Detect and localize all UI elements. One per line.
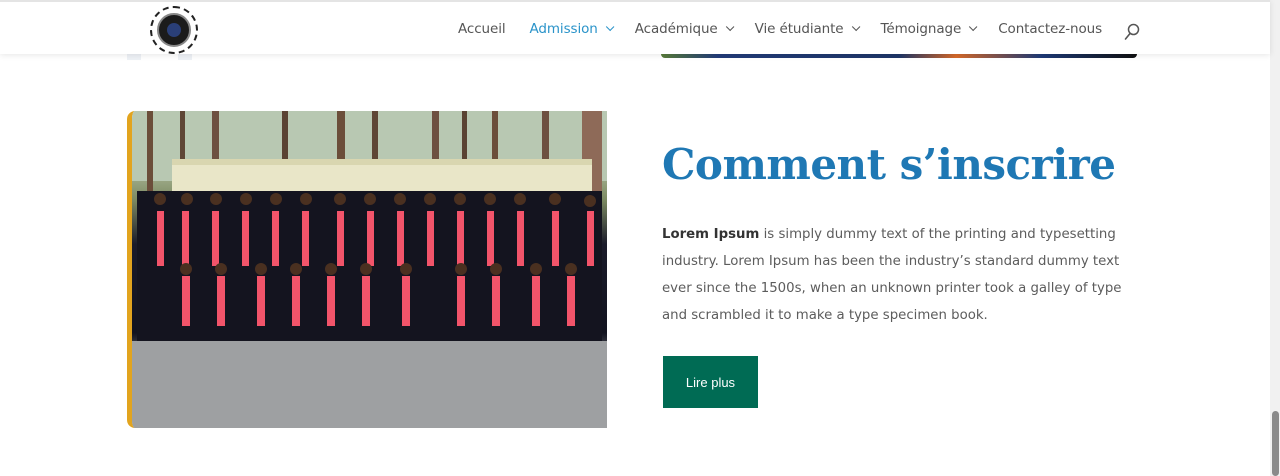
nav-item-vie-etudiante[interactable]: Vie étudiante bbox=[754, 21, 860, 37]
school-logo[interactable] bbox=[150, 6, 198, 54]
photo-background bbox=[132, 111, 607, 428]
read-more-button[interactable]: Lire plus bbox=[663, 356, 758, 408]
previous-section-fragment bbox=[178, 54, 192, 60]
nav-label: Vie étudiante bbox=[754, 21, 844, 37]
nav-item-academique[interactable]: Académique bbox=[634, 21, 734, 37]
nav-item-accueil[interactable]: Accueil bbox=[458, 21, 506, 37]
main-nav: Accueil Admission Académique Vie étudian… bbox=[458, 21, 1126, 37]
scrollbar-thumb[interactable] bbox=[1272, 411, 1279, 476]
nav-item-contact[interactable]: Contactez-nous bbox=[998, 21, 1102, 37]
search-icon[interactable] bbox=[1124, 23, 1140, 41]
photo-illustration bbox=[132, 111, 607, 428]
nav-item-admission[interactable]: Admission bbox=[529, 21, 615, 37]
nav-item-temoignage[interactable]: Témoignage bbox=[880, 21, 978, 37]
nav-label: Académique bbox=[634, 21, 718, 37]
logo-emblem bbox=[157, 13, 191, 47]
logo-core bbox=[167, 23, 181, 37]
previous-section-image bbox=[661, 54, 1137, 58]
chevron-down-icon bbox=[969, 22, 978, 32]
chevron-down-icon bbox=[851, 22, 860, 32]
graduation-photo bbox=[127, 111, 607, 428]
body-bold-lead: Lorem Ipsum bbox=[662, 227, 760, 242]
chevron-down-icon bbox=[605, 22, 615, 32]
nav-label: Témoignage bbox=[880, 21, 962, 37]
previous-section-fragment bbox=[127, 54, 141, 60]
page-scrollbar[interactable] bbox=[1270, 0, 1280, 476]
site-header: Accueil Admission Académique Vie étudian… bbox=[0, 0, 1270, 54]
section-body: Lorem Ipsum is simply dummy text of the … bbox=[662, 221, 1142, 329]
nav-label: Contactez-nous bbox=[998, 21, 1103, 37]
nav-label: Admission bbox=[529, 21, 598, 37]
nav-label: Accueil bbox=[458, 21, 506, 37]
chevron-down-icon bbox=[725, 22, 734, 32]
section-title: Comment s’inscrire bbox=[662, 140, 1116, 189]
